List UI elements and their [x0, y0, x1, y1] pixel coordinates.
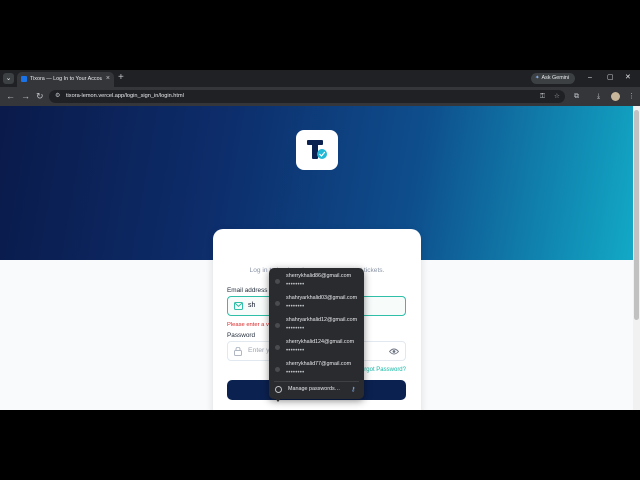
tixora-logo [296, 130, 338, 170]
account-key-icon [275, 367, 280, 372]
download-icon[interactable]: ⤓ [597, 91, 600, 102]
suggestion-password-mask: •••••••• [286, 304, 305, 310]
forward-icon[interactable]: → [21, 90, 30, 102]
ticket-logo-icon [307, 140, 327, 159]
manage-passwords-link[interactable]: Manage passwords… [288, 386, 340, 392]
account-key-icon [275, 301, 280, 306]
password-label: Password [227, 332, 256, 339]
autofill-suggestion[interactable]: shahryarkhalid12@gmail.com •••••••• [269, 315, 364, 336]
tab-favicon-icon [21, 76, 27, 82]
suggestion-email: sherrykhalid77@gmail.com [286, 361, 352, 367]
suggestion-email: sherrykhalid124@gmail.com [286, 339, 355, 345]
lock-icon [234, 347, 242, 356]
tab-search-dropdown[interactable]: ⌄ [3, 73, 14, 84]
extensions-icon[interactable]: ⧉ [574, 91, 579, 102]
account-key-icon [275, 323, 280, 328]
tab-title: Tixora — Log In to Your Account [30, 76, 102, 82]
suggestion-email: sherrykhalid86@gmail.com [286, 273, 352, 279]
suggestion-password-mask: •••••••• [286, 348, 305, 354]
account-key-icon [275, 345, 280, 350]
close-window-icon[interactable]: ✕ [625, 72, 631, 84]
show-password-eye-icon[interactable] [389, 348, 399, 355]
browser-toolbar: ← → ↻ ⚙ tixora-lemon.vercel.app/login_si… [0, 87, 640, 106]
ask-gemini-button[interactable]: ✦ Ask Gemini [531, 73, 575, 84]
maximize-icon[interactable]: ▢ [607, 72, 614, 84]
page-content: Log in to book and manage your event tic… [0, 106, 633, 410]
ask-gemini-label: Ask Gemini [541, 75, 570, 81]
bookmark-star-icon[interactable]: ☆ [554, 92, 560, 101]
suggestion-email: shahryarkhalid03@gmail.com [286, 295, 358, 301]
popup-pointer [275, 398, 281, 402]
site-info-icon[interactable]: ⚙ [55, 92, 60, 101]
autofill-suggestion[interactable]: sherrykhalid124@gmail.com •••••••• [269, 337, 364, 358]
tab-active[interactable]: Tixora — Log In to Your Account × [17, 72, 114, 87]
reload-icon[interactable]: ↻ [36, 90, 44, 102]
mail-icon [234, 302, 243, 310]
password-manager-key-icon: ⚷ [351, 387, 356, 393]
autofill-suggestion[interactable]: sherrykhalid86@gmail.com •••••••• [269, 271, 364, 292]
suggestion-password-mask: •••••••• [286, 370, 305, 376]
password-autofill-popup: sherrykhalid86@gmail.com •••••••• shahry… [269, 268, 364, 399]
browser-window: ⌄ Tixora — Log In to Your Account × + ✦ A… [0, 70, 640, 410]
manage-passwords-icon [275, 386, 282, 393]
autofill-suggestion[interactable]: sherrykhalid77@gmail.com •••••••• [269, 359, 364, 380]
profile-avatar[interactable] [611, 92, 620, 101]
autofill-suggestion[interactable]: shahryarkhalid03@gmail.com •••••••• [269, 293, 364, 314]
email-label: Email address [227, 287, 268, 294]
email-value: sh [248, 302, 256, 309]
menu-icon[interactable]: ⋮ [628, 91, 635, 102]
password-key-icon[interactable]: ⚿ [540, 92, 545, 101]
suggestion-email: shahryarkhalid12@gmail.com [286, 317, 358, 323]
account-key-icon [275, 279, 280, 284]
new-tab-button[interactable]: + [118, 72, 124, 84]
tab-close-icon[interactable]: × [106, 75, 110, 83]
suggestion-password-mask: •••••••• [286, 282, 305, 288]
gemini-sparkle-icon: ✦ [535, 75, 540, 81]
suggestion-password-mask: •••••••• [286, 326, 305, 332]
scrollbar-thumb[interactable] [634, 110, 639, 320]
back-icon[interactable]: ← [6, 90, 15, 102]
address-bar[interactable]: ⚙ tixora-lemon.vercel.app/login_sign_in/… [49, 90, 565, 103]
url-text[interactable]: tixora-lemon.vercel.app/login_sign_in/lo… [66, 92, 184, 101]
forgot-password-link[interactable]: Forgot Password? [357, 367, 406, 373]
tab-strip: ⌄ Tixora — Log In to Your Account × + ✦ A… [0, 70, 640, 87]
popup-divider [274, 381, 359, 382]
minimize-icon[interactable]: – [588, 72, 592, 84]
page-scrollbar[interactable] [633, 106, 640, 410]
